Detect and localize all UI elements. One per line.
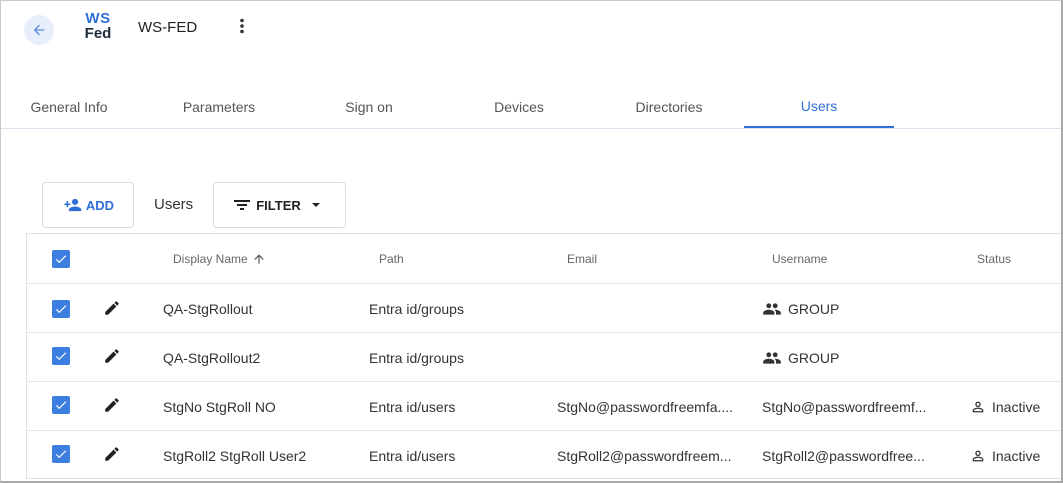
row-checkbox[interactable] xyxy=(52,396,70,414)
column-header-display-name[interactable]: Display Name xyxy=(173,234,266,284)
person-outline-icon xyxy=(970,448,986,464)
column-label-display-name: Display Name xyxy=(173,252,248,266)
app-title: WS-FED xyxy=(138,19,198,36)
cell-path: Entra id/groups xyxy=(369,300,464,317)
pencil-icon xyxy=(105,447,119,461)
person-add-icon xyxy=(64,198,82,212)
tab-general-info[interactable]: General Info xyxy=(1,85,137,128)
people-icon xyxy=(762,350,782,366)
add-button-label: ADD xyxy=(85,197,115,213)
cell-username-text: GROUP xyxy=(788,349,840,366)
table-row[interactable]: QA-StgRollout Entra id/groups GROUP xyxy=(27,284,1061,333)
caret-down-icon xyxy=(311,203,320,207)
cell-path: Entra id/groups xyxy=(369,349,464,366)
check-icon xyxy=(55,450,67,459)
cell-status: Inactive xyxy=(970,382,1040,431)
filter-lines-icon xyxy=(234,200,251,210)
table-row[interactable]: StgNo StgRoll NO Entra id/users StgNo@pa… xyxy=(27,382,1061,431)
table-header: Display Name Path Email Username Status xyxy=(27,234,1061,284)
cell-status: Inactive xyxy=(970,431,1040,480)
check-icon xyxy=(55,305,67,314)
app-window: WS Fed WS-FED General Info Parameters Si… xyxy=(0,0,1063,483)
cell-status-text: Inactive xyxy=(992,398,1041,415)
check-icon xyxy=(55,401,67,410)
cell-username: GROUP xyxy=(762,333,839,382)
cell-username: StgRoll2@passwordfree... xyxy=(762,447,925,464)
cell-path: Entra id/users xyxy=(369,447,456,464)
cell-username: StgNo@passwordfreemf... xyxy=(762,398,927,415)
column-header-path[interactable]: Path xyxy=(379,234,404,284)
cell-path: Entra id/users xyxy=(369,398,456,415)
cell-username: GROUP xyxy=(762,284,839,333)
column-header-status[interactable]: Status xyxy=(977,234,1011,284)
more-vert-icon xyxy=(240,18,244,34)
tab-users[interactable]: Users xyxy=(744,85,894,128)
row-checkbox[interactable] xyxy=(52,300,70,318)
more-options-button[interactable] xyxy=(233,15,251,37)
row-checkbox[interactable] xyxy=(52,445,70,463)
table-row[interactable]: StgRoll2 StgRoll User2 Entra id/users St… xyxy=(27,431,1061,480)
row-checkbox[interactable] xyxy=(52,347,70,365)
add-user-button[interactable]: ADD xyxy=(42,182,134,228)
users-table: Display Name Path Email Username Status … xyxy=(26,233,1061,480)
pencil-icon xyxy=(105,398,119,412)
tab-bar: General Info Parameters Sign on Devices … xyxy=(1,85,1061,129)
person-outline-icon xyxy=(970,399,986,415)
logo-line-2: Fed xyxy=(84,25,112,42)
tab-devices[interactable]: Devices xyxy=(444,85,594,128)
cell-display-name: QA-StgRollout2 xyxy=(163,349,261,366)
tab-directories[interactable]: Directories xyxy=(594,85,744,128)
filter-button[interactable]: FILTER xyxy=(213,182,346,228)
table-row[interactable]: QA-StgRollout2 Entra id/groups GROUP xyxy=(27,333,1061,382)
tab-sign-on[interactable]: Sign on xyxy=(294,85,444,128)
app-logo: WS Fed xyxy=(83,11,113,41)
filter-button-label: FILTER xyxy=(256,197,301,213)
cell-status-text: Inactive xyxy=(992,447,1041,464)
cell-email: StgRoll2@passwordfreem... xyxy=(557,447,732,464)
select-all-checkbox[interactable] xyxy=(52,250,70,268)
people-icon xyxy=(762,301,782,317)
arrow-left-icon xyxy=(33,24,45,36)
cell-email: StgNo@passwordfreemfa.... xyxy=(557,398,734,415)
column-header-username[interactable]: Username xyxy=(772,234,827,284)
pencil-icon xyxy=(105,349,119,363)
cell-username-text: GROUP xyxy=(788,300,840,317)
cell-display-name: StgNo StgRoll NO xyxy=(163,398,276,415)
column-header-email[interactable]: Email xyxy=(567,234,597,284)
edit-row-button[interactable] xyxy=(102,346,122,366)
arrow-up-icon xyxy=(254,254,264,264)
tab-parameters[interactable]: Parameters xyxy=(144,85,294,128)
edit-row-button[interactable] xyxy=(102,395,122,415)
check-icon xyxy=(55,255,67,264)
pencil-icon xyxy=(105,301,119,315)
edit-row-button[interactable] xyxy=(102,444,122,464)
section-label: Users xyxy=(154,196,194,213)
cell-display-name: QA-StgRollout xyxy=(163,300,253,317)
back-button[interactable] xyxy=(24,15,54,45)
check-icon xyxy=(55,352,67,361)
cell-display-name: StgRoll2 StgRoll User2 xyxy=(163,447,307,464)
edit-row-button[interactable] xyxy=(102,298,122,318)
logo-line-1: WS xyxy=(85,10,111,27)
